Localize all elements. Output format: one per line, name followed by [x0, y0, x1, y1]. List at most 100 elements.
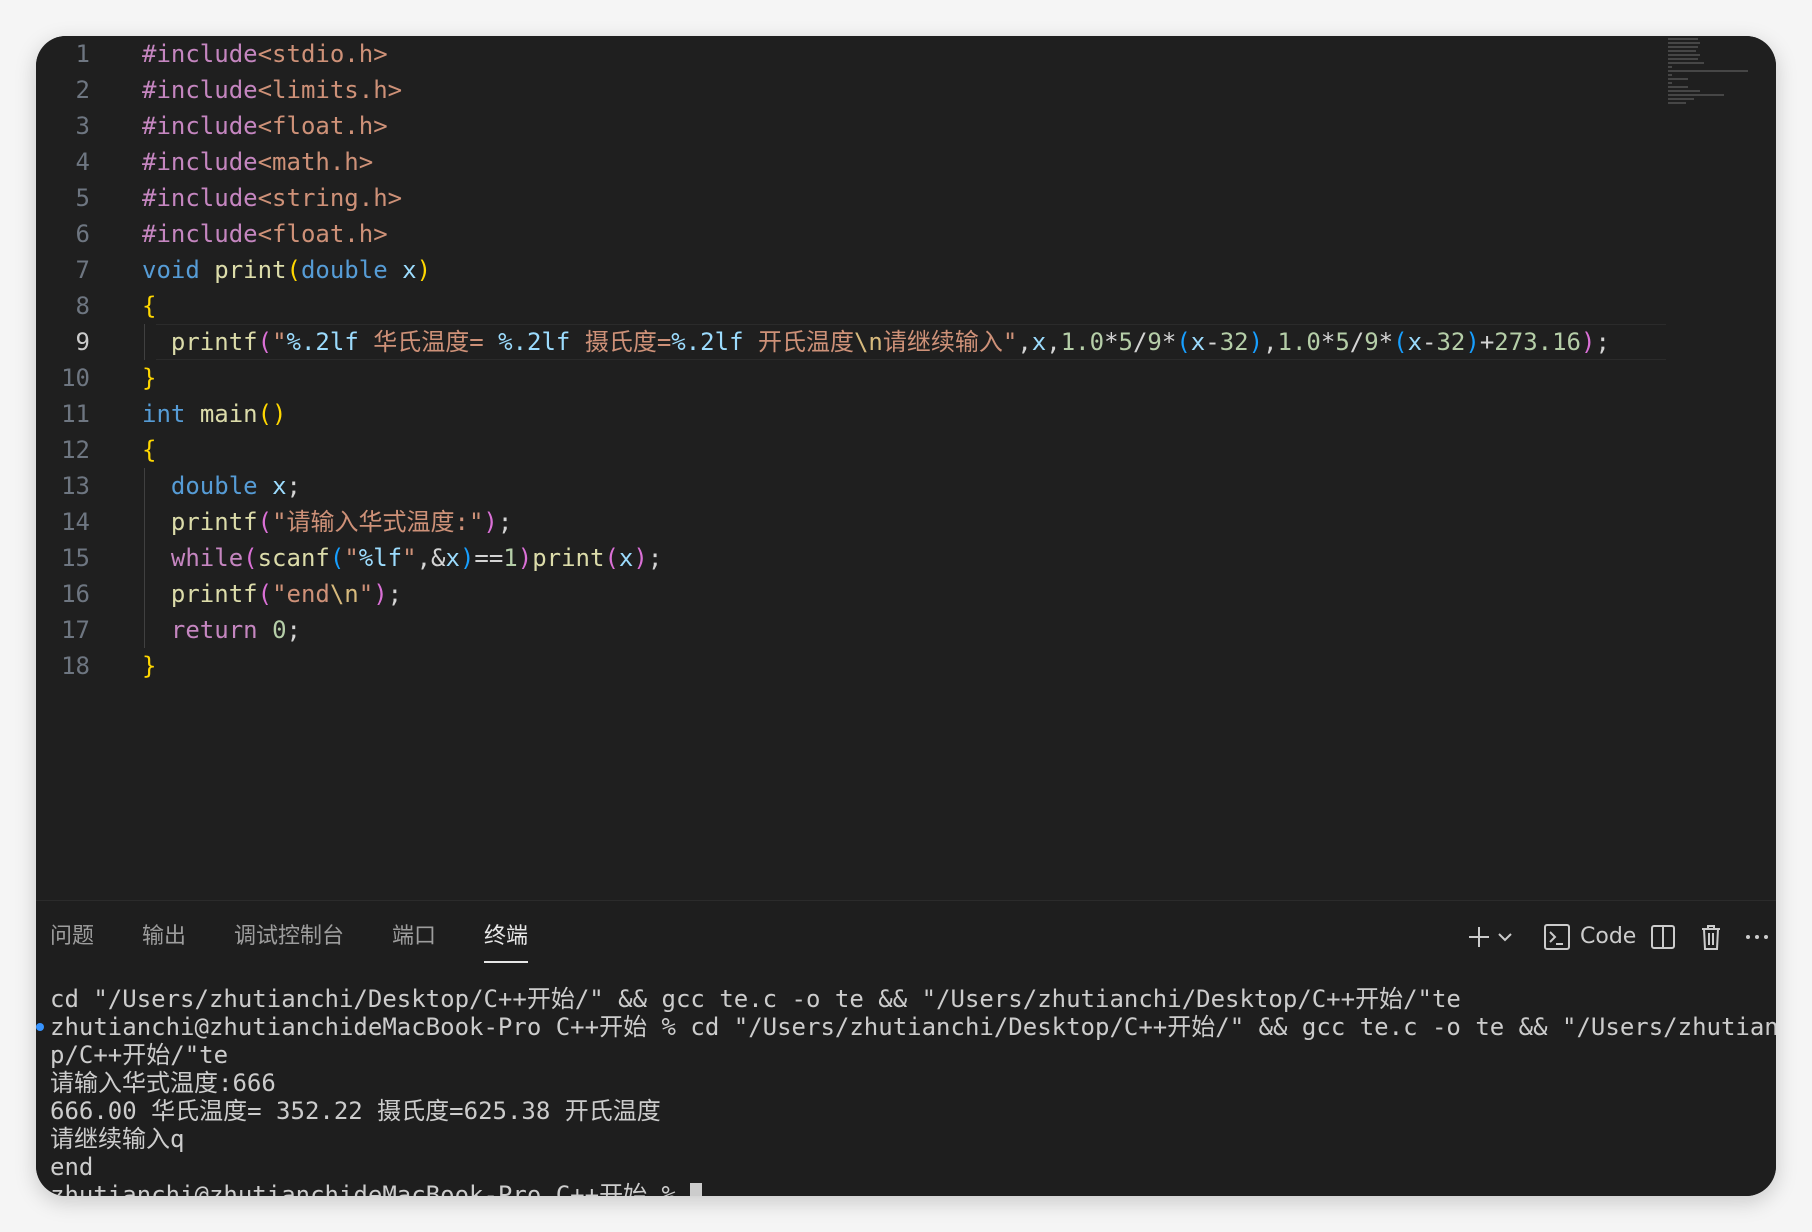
minimap-line [1668, 98, 1694, 100]
code-line[interactable]: 15 while(scanf("%lf",&x)==1)print(x); [36, 540, 1776, 576]
line-content: } [142, 364, 157, 392]
code-line[interactable]: 8{ [36, 288, 1776, 324]
minimap-line [1668, 38, 1698, 40]
minimap-line [1668, 86, 1688, 88]
minimap-line [1668, 58, 1698, 60]
line-number: 14 [61, 508, 90, 536]
minimap-line [1668, 82, 1672, 84]
ellipsis-icon[interactable] [1742, 919, 1772, 955]
minimap-line [1668, 70, 1748, 72]
code-line[interactable]: 10} [36, 360, 1776, 396]
line-content: void print(double x) [142, 256, 432, 284]
line-content: #include<math.h> [142, 148, 374, 176]
terminal-output[interactable]: cd "/Users/zhutianchi/Desktop/C++开始/" &&… [36, 985, 1776, 1196]
line-content: printf("%.2lf 华氏温度= %.2lf 摄氏度=%.2lf 开氏温度… [170, 328, 1610, 356]
plus-icon[interactable] [1464, 919, 1494, 955]
line-content: return 0; [170, 616, 301, 644]
minimap-line [1668, 94, 1724, 96]
minimap-line [1668, 46, 1698, 48]
line-number: 6 [75, 220, 90, 248]
terminal-line: p/C++开始/"te [50, 1041, 229, 1069]
editor-lines: 1 #include<stdio.h> 2 #include<limits.h> 3… [36, 36, 1776, 684]
minimap-line [1668, 66, 1672, 68]
command-decoration-icon[interactable] [36, 1023, 44, 1031]
line-number: 5 [75, 184, 90, 212]
line-number: 13 [61, 472, 90, 500]
minimap-line [1668, 90, 1700, 92]
terminal-line: zhutianchi@zhutianchideMacBook-Pro C++开始… [36, 1013, 1776, 1041]
line-number: 18 [61, 652, 90, 680]
minimap-line [1668, 62, 1704, 64]
line-content: { [142, 292, 157, 320]
vscode-window: 1 #include<stdio.h> 2 #include<limits.h> 3… [36, 36, 1776, 1196]
code-line[interactable]: 7 void print(double x) [36, 252, 1776, 288]
tab-debug-console[interactable]: 调试控制台 [234, 921, 344, 953]
code-line[interactable]: 11 int main() [36, 396, 1776, 432]
line-content: #include<string.h> [142, 184, 403, 212]
tab-problems[interactable]: 问题 [50, 921, 94, 953]
line-number: 8 [75, 292, 90, 320]
line-number: 15 [61, 544, 90, 572]
code-line[interactable]: 3 #include<float.h> [36, 108, 1776, 144]
minimap-line [1668, 50, 1696, 52]
line-number: 4 [75, 148, 90, 176]
minimap-line [1668, 102, 1686, 104]
bottom-panel: 问题 输出 调试控制台 端口 终端 Code cd "/Users/zhutia… [36, 900, 1776, 1196]
terminal-line: end [50, 1153, 94, 1181]
line-number: 10 [61, 364, 90, 392]
panel-actions: Code [1446, 919, 1776, 955]
terminal-icon[interactable] [1542, 919, 1572, 955]
terminal-line-text: zhutianchi@zhutianchideMacBook-Pro C++开始… [50, 1013, 1776, 1041]
split-icon[interactable] [1648, 919, 1678, 955]
code-line[interactable]: 1 #include<stdio.h> [36, 36, 1776, 72]
code-line[interactable]: 2 #include<limits.h> [36, 72, 1776, 108]
shell-label[interactable]: Code [1580, 919, 1636, 955]
line-number: 9 [75, 328, 90, 356]
minimap-line [1668, 54, 1700, 56]
minimap-line [1668, 78, 1688, 80]
terminal-prompt-line: zhutianchi@zhutianchideMacBook-Pro C++开始… [50, 1181, 1776, 1196]
tab-output[interactable]: 输出 [142, 921, 186, 953]
line-content: #include<float.h> [142, 112, 388, 140]
code-line[interactable]: 4 #include<math.h> [36, 144, 1776, 180]
code-line[interactable]: 17 return 0; [36, 612, 1776, 648]
line-content: printf("end\n"); [170, 580, 403, 608]
line-content: int main() [142, 400, 287, 428]
line-content: #include<float.h> [142, 220, 388, 248]
tab-ports[interactable]: 端口 [392, 921, 436, 953]
minimap-line [1668, 42, 1700, 44]
tab-terminal[interactable]: 终端 [484, 921, 529, 963]
line-number: 17 [61, 616, 90, 644]
terminal-cursor [690, 1183, 703, 1196]
chevron-down-icon[interactable] [1496, 919, 1514, 955]
line-number: 11 [61, 400, 90, 428]
line-number: 16 [61, 580, 90, 608]
code-line-current[interactable]: 9 printf("%.2lf 华氏温度= %.2lf 摄氏度=%.2lf 开氏… [36, 324, 1776, 360]
line-content: while(scanf("%lf",&x)==1)print(x); [170, 544, 663, 572]
panel-tabs: 问题 输出 调试控制台 端口 终端 [36, 901, 736, 969]
terminal-line: 请继续输入q [50, 1125, 185, 1153]
line-content: printf("请输入华式温度:"); [170, 508, 513, 536]
line-content: #include<stdio.h> [142, 40, 388, 68]
terminal-line: 666.00 华氏温度= 352.22 摄氏度=625.38 开氏温度 [50, 1097, 661, 1125]
line-content: } [142, 652, 157, 680]
trash-icon[interactable] [1696, 919, 1726, 955]
code-line[interactable]: 14 printf("请输入华式温度:"); [36, 504, 1776, 540]
terminal-line: cd "/Users/zhutianchi/Desktop/C++开始/" &&… [50, 985, 1461, 1013]
minimap[interactable] [1668, 38, 1748, 108]
code-editor[interactable]: 1 #include<stdio.h> 2 #include<limits.h> 3… [36, 36, 1776, 900]
code-line[interactable]: 6 #include<float.h> [36, 216, 1776, 252]
line-number: 1 [75, 40, 90, 68]
terminal-line: 请输入华式温度:666 [50, 1069, 276, 1097]
code-line[interactable]: 13 double x; [36, 468, 1776, 504]
line-content: { [142, 436, 157, 464]
code-line[interactable]: 5 #include<string.h> [36, 180, 1776, 216]
code-line[interactable]: 16 printf("end\n"); [36, 576, 1776, 612]
line-content: double x; [170, 472, 301, 500]
minimap-line [1668, 74, 1672, 76]
code-line[interactable]: 18} [36, 648, 1776, 684]
code-line[interactable]: 12 { [36, 432, 1776, 468]
line-number: 12 [61, 436, 90, 464]
line-content: #include<limits.h> [142, 76, 403, 104]
line-number: 7 [75, 256, 90, 284]
